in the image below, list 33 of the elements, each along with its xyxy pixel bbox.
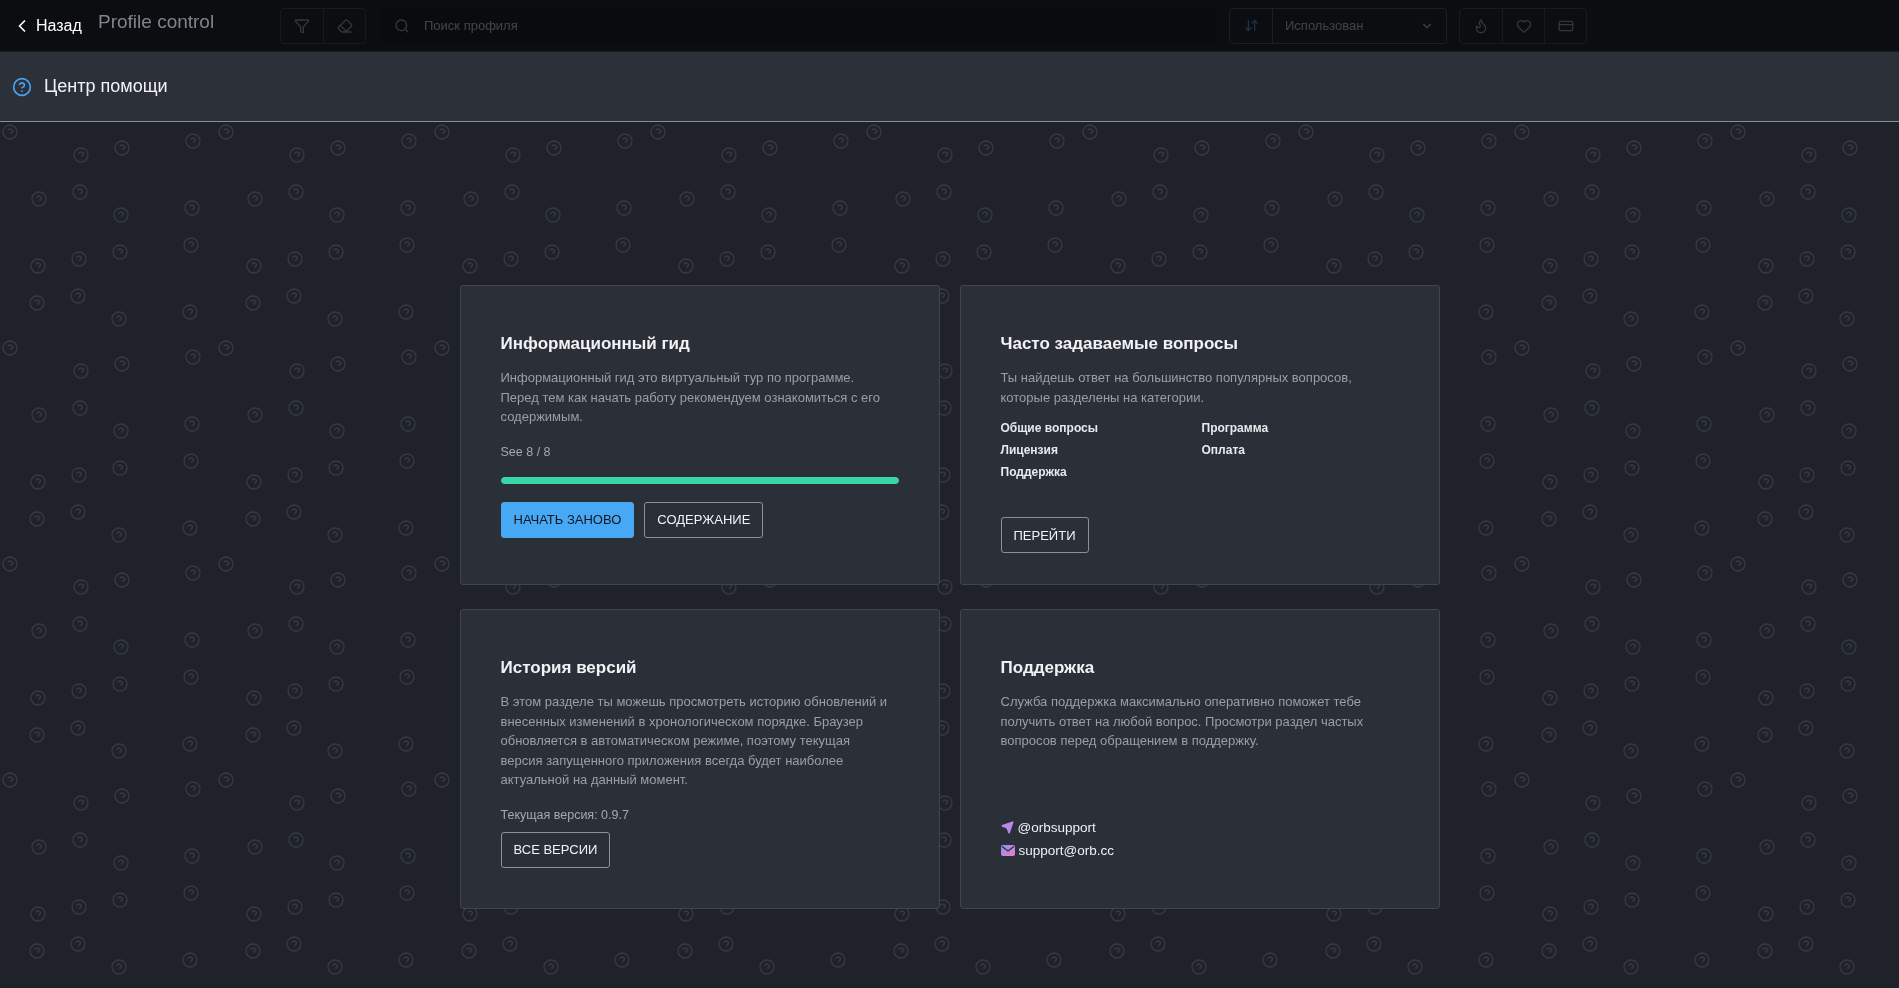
filter-icon[interactable] <box>294 17 310 34</box>
page-title: Центр помощи <box>44 76 168 97</box>
outline-button[interactable]: ВСЕ ВЕРСИИ <box>500 831 611 868</box>
envelope-icon <box>1000 845 1015 856</box>
back-button[interactable]: Назад <box>12 16 82 36</box>
sort-icon[interactable] <box>1243 18 1259 33</box>
card-title: История версий <box>500 658 638 678</box>
card-description: В этом разделе ты можешь просмотреть историю обновлений и внесенных изменений в хронологическом порядке. Браузер обновляется в автоматическом режиме, поэтому текущая версия запущенного приложения всегда будет наиболее актуальной на данный момент. <box>500 693 889 789</box>
flame-icon[interactable] <box>1473 17 1489 34</box>
category-link[interactable]: Общие вопросы <box>1000 421 1098 435</box>
card-description: Служба поддержка максимально оперативно поможет тебе получить ответ на любой вопрос. Просмотри раздел частых вопросов перед обращением в поддержку. <box>1000 693 1365 750</box>
current-version: Текущая версия: 0.9.7 <box>500 807 630 822</box>
category-link[interactable]: Программа <box>1201 421 1269 435</box>
category-link[interactable]: Лицензия <box>1000 443 1058 457</box>
heart-icon[interactable] <box>1515 17 1532 34</box>
card-title: Поддержка <box>1000 658 1096 678</box>
card-description: Ты найдешь ответ на большинство популярных вопросов, которые разделены на категории. <box>1000 369 1353 407</box>
category-link[interactable]: Оплата <box>1201 443 1245 457</box>
card-title: Информационный гид <box>500 334 691 354</box>
search-icon <box>394 17 410 34</box>
progress-label: See 8 / 8 <box>500 444 552 459</box>
primary-button[interactable]: НАЧАТЬ ЗАНОВО <box>500 501 635 538</box>
contact-link[interactable]: support@orb.cc <box>1018 843 1114 858</box>
card-description: Информационный гид это виртуальный тур по программе. Перед тем как начать работу рекомендуем ознакомиться с его содержимым. <box>500 369 881 426</box>
outline-button[interactable]: СОДЕРЖАНИЕ <box>644 501 764 538</box>
app-title: Profile control <box>98 10 216 33</box>
card-title: Часто задаваемые вопросы <box>1000 334 1240 354</box>
contact-link[interactable]: @orbsupport <box>1017 820 1096 835</box>
category-link[interactable]: Поддержка <box>1000 465 1067 479</box>
outline-button[interactable]: ПЕРЕЙТИ <box>1000 517 1089 553</box>
eraser-icon[interactable] <box>336 17 353 34</box>
paper-plane-icon <box>1000 821 1014 834</box>
help-icon <box>12 76 32 97</box>
